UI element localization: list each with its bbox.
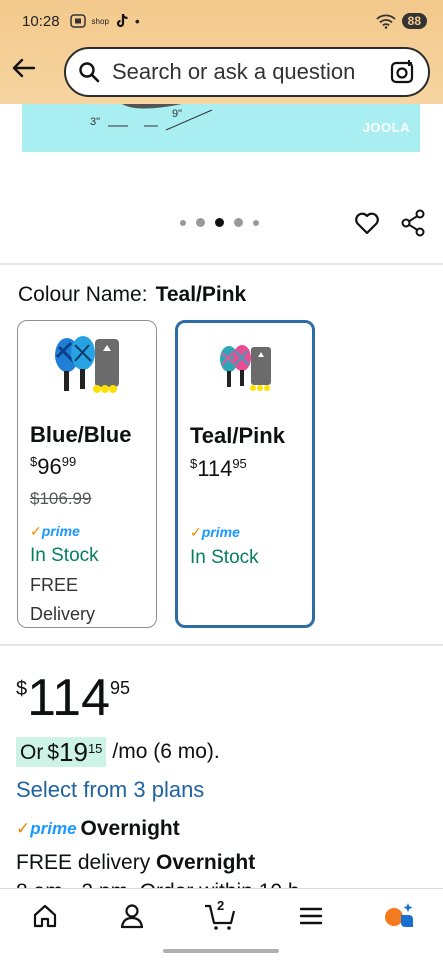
select-plans-link[interactable]: Select from 3 plans [16,777,204,803]
status-time: 10:28 [22,12,60,30]
notification-dot-icon: • [134,13,140,29]
battery-icon: 88 [401,13,427,29]
free-delivery: FREE delivery Overnight [16,851,255,875]
gesture-bar [163,949,279,953]
variant-thumbnail [220,345,271,391]
prime-check-icon: ✓ [16,819,31,838]
variant-name: Blue/Blue [30,422,132,447]
tiktok-icon [116,13,128,28]
dimension-label: 3" [90,116,101,128]
paddle-image [108,104,213,131]
variant-stock: In Stock [190,547,259,568]
carousel-indicator [180,218,259,227]
variant-card-blue[interactable]: Blue/Blue $9699 $106.99 ✓prime In Stock … [17,320,157,628]
carousel-dot [180,219,186,226]
home-icon[interactable] [30,901,60,931]
free-delivery-text: FREE delivery [16,851,151,874]
variant-delivery: Delivery [30,604,96,624]
cart-count: 2 [217,898,225,913]
prime-badge: ✓prime [190,524,240,540]
carousel-dot [253,219,259,226]
search-icon [79,62,100,83]
brand-logo: JOOLA [362,120,410,135]
prime-badge: ✓prime [16,819,77,838]
variant-card-teal-pink[interactable]: Teal/Pink $11495 ✓prime In Stock [175,320,315,628]
back-arrow-icon [12,58,36,78]
variant-price: $11495 [190,456,247,481]
search-bar[interactable]: Search or ask a question [64,47,430,97]
divider [0,263,443,265]
free-delivery-speed: Overnight [156,851,256,874]
variant-name: Teal/Pink [190,423,285,448]
wifi-icon [376,14,396,29]
price-fraction: 95 [110,678,131,698]
screenshot-icon [69,14,86,28]
product-price: $ 114 95 [16,672,130,724]
carousel-dot [196,218,205,227]
variant-was-price: $106.99 [30,489,92,508]
back-button[interactable] [10,54,40,84]
status-bar: 10:28 shop • 88 [22,10,427,32]
monthly-highlight: Or $ 19 15 [16,737,107,767]
prime-badge: ✓prime [30,523,80,539]
cart-button[interactable]: 2 [203,898,239,931]
colour-name: Colour Name: Teal/Pink [18,283,246,307]
product-image[interactable]: 3" 9" JOOLA [22,104,420,152]
colour-selected-value: Teal/Pink [155,283,247,306]
monthly-payment: Or $ 19 15 /mo (6 mo). [16,737,220,767]
variant-stock: In Stock [30,545,99,566]
top-bar: 10:28 shop • 88 Search or ask a question [0,0,443,104]
price-currency: $ [16,678,28,700]
wishlist-heart-icon[interactable] [354,210,380,236]
carousel-dot [234,218,243,227]
carousel-dot-active [215,218,224,227]
account-icon[interactable] [117,901,147,931]
overnight-label: Overnight [80,817,180,840]
prime-check-icon: ✓ [30,523,42,539]
prime-check-icon: ✓ [190,524,202,540]
prime-overnight: ✓prime Overnight [16,817,180,841]
shop-icon: shop [91,16,109,26]
monthly-term: /mo (6 mo). [112,740,220,763]
colour-label: Colour Name: [18,283,148,306]
search-input[interactable]: Search or ask a question [112,59,390,85]
variant-price: $9699 [30,454,77,479]
divider [0,644,443,646]
price-whole: 114 [27,669,111,727]
camera-search-icon[interactable] [390,59,416,85]
share-icon[interactable] [400,209,426,237]
variant-thumbnail [55,336,119,393]
dimension-label: 9" [172,108,183,120]
rufus-assistant-icon[interactable] [382,901,416,931]
variant-free: FREE [30,575,79,595]
menu-icon[interactable] [296,901,326,931]
